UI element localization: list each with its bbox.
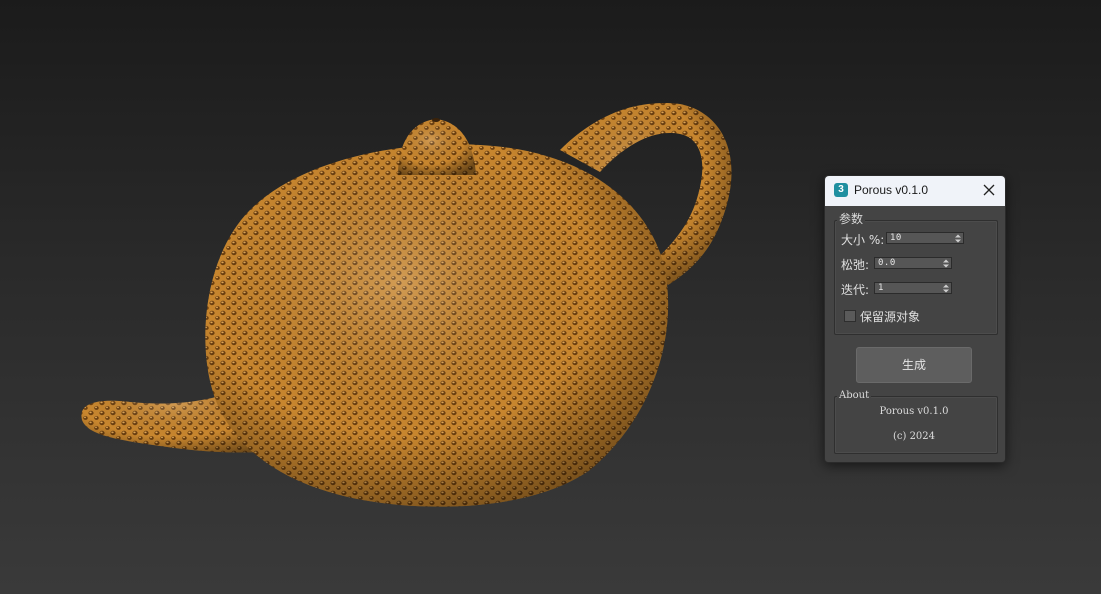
3ds-max-logo-icon: 3 [834,183,848,197]
params-group-label: 参数 [837,212,866,226]
dialog-titlebar[interactable]: 3 Porous v0.1.0 [825,176,1005,206]
generate-button[interactable]: 生成 [856,347,972,383]
about-copyright: (c) 2024 [892,431,936,442]
size-spinner[interactable]: 10 [886,232,964,244]
size-value[interactable]: 10 [890,233,902,244]
about-group-label: About [837,389,872,402]
relax-spinner[interactable]: 0.0 [874,257,952,269]
about-version: Porous v0.1.0 [879,406,949,417]
close-icon [983,184,995,196]
teapot-lid-knob [398,118,476,175]
iterations-label: 迭代: [841,283,870,297]
size-label: 大小 %: [841,233,885,247]
keep-source-label[interactable]: 保留源对象 [860,308,920,325]
teapot-body [205,144,669,507]
spinner-arrows-icon[interactable] [943,284,949,293]
about-group [834,396,998,454]
iterations-value[interactable]: 1 [878,283,884,294]
keep-source-checkbox[interactable] [844,310,856,322]
relax-value[interactable]: 0.0 [878,258,896,269]
spinner-arrows-icon[interactable] [955,234,961,243]
spinner-arrows-icon[interactable] [943,259,949,268]
porous-dialog: 3 Porous v0.1.0 参数 大小 %: 10 松弛: 0.0 迭代: … [824,175,1006,463]
close-button[interactable] [975,177,1003,203]
relax-label: 松弛: [841,258,870,272]
iterations-spinner[interactable]: 1 [874,282,952,294]
dialog-title: Porous v0.1.0 [854,183,929,197]
